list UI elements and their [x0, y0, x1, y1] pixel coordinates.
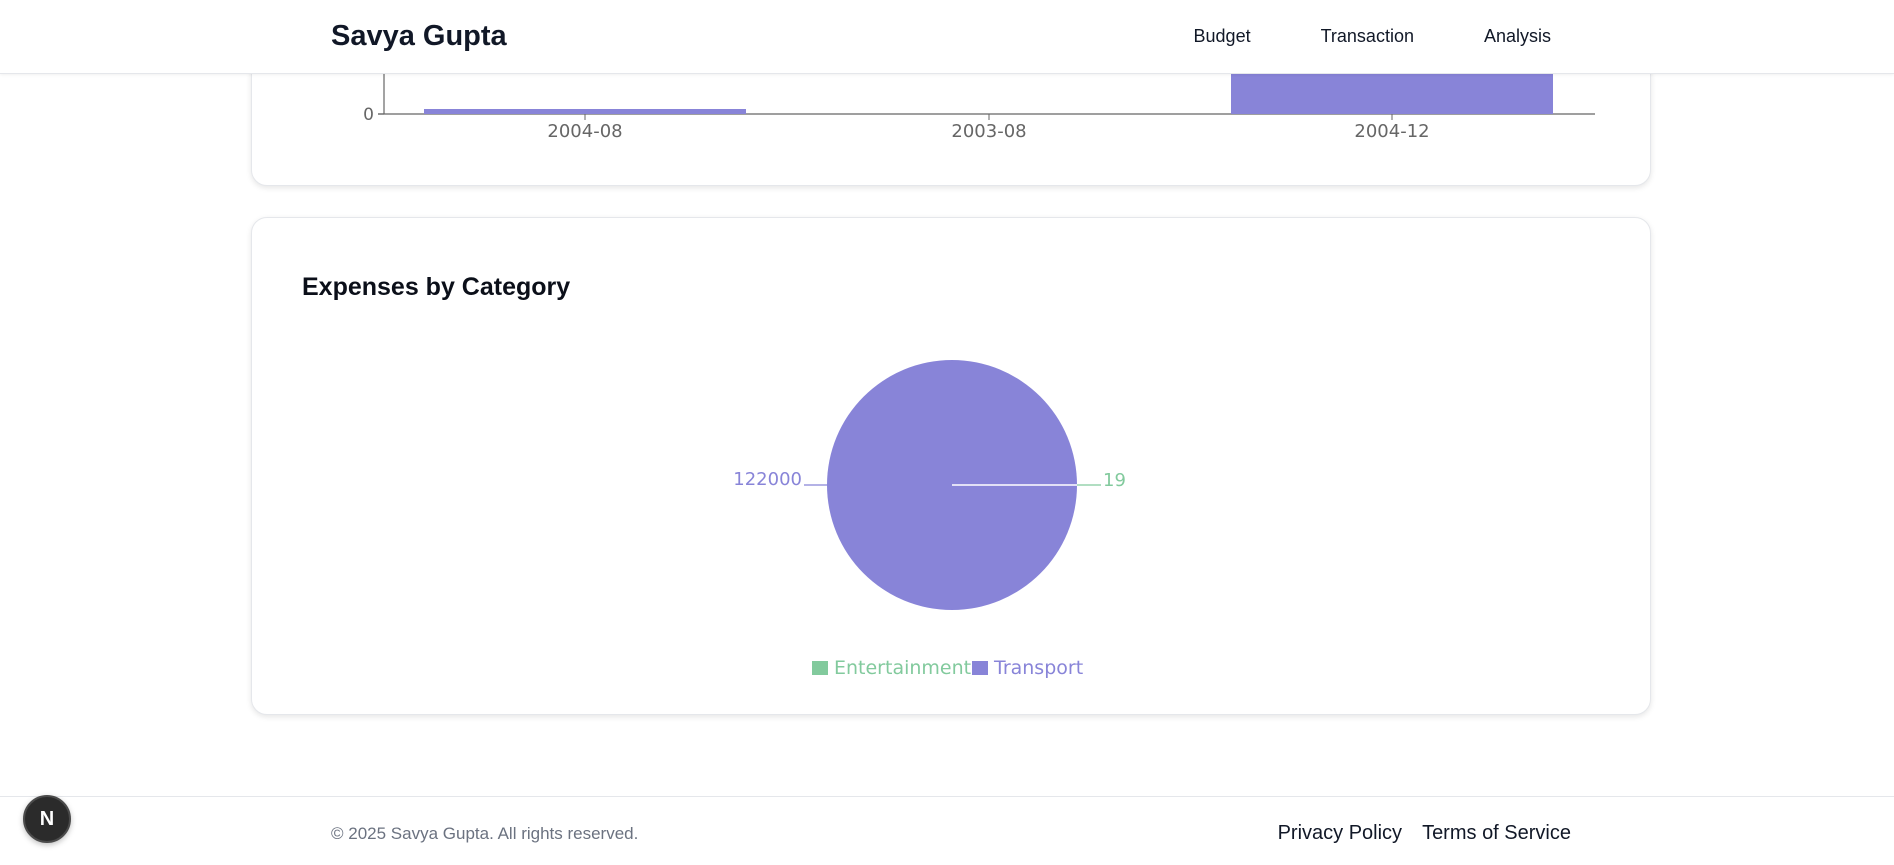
bar-x-tick-label: 2004-08 — [547, 121, 622, 142]
nav-analysis[interactable]: Analysis — [1484, 26, 1551, 47]
pie-label-entertainment: 19 — [1103, 470, 1126, 491]
bar-x-tick-label: 2004-12 — [1354, 121, 1429, 142]
legend-label-transport[interactable]: Transport — [993, 657, 1083, 679]
pie-label-transport: 122000 — [733, 469, 802, 490]
page-footer: © 2025 Savya Gupta. All rights reserved.… — [0, 796, 1894, 865]
main-nav: Budget Transaction Analysis — [1194, 26, 1551, 47]
bar-y-tick-0: 0 — [363, 105, 374, 125]
legend-swatch-transport — [972, 661, 988, 675]
terms-of-service-link[interactable]: Terms of Service — [1422, 822, 1571, 845]
section-title: Expenses by Category — [302, 273, 571, 301]
nav-transaction[interactable]: Transaction — [1321, 26, 1414, 47]
legend-swatch-entertainment — [812, 661, 828, 675]
top-header: Savya Gupta Budget Transaction Analysis — [0, 0, 1894, 74]
nav-budget[interactable]: Budget — [1194, 26, 1251, 47]
copyright-text: © 2025 Savya Gupta. All rights reserved. — [331, 824, 639, 843]
footer-links: Privacy Policy Terms of Service — [1278, 822, 1571, 845]
nextjs-dev-badge-icon[interactable]: N — [23, 795, 71, 843]
brand-title[interactable]: Savya Gupta — [331, 20, 507, 53]
expenses-by-category-card: Expenses by Category 122000 19 Entertain… — [251, 217, 1651, 715]
bar-2004-08[interactable] — [424, 109, 746, 114]
bar-x-tick-label: 2003-08 — [951, 121, 1026, 142]
legend-label-entertainment[interactable]: Entertainment — [834, 657, 971, 679]
privacy-policy-link[interactable]: Privacy Policy — [1278, 822, 1402, 845]
